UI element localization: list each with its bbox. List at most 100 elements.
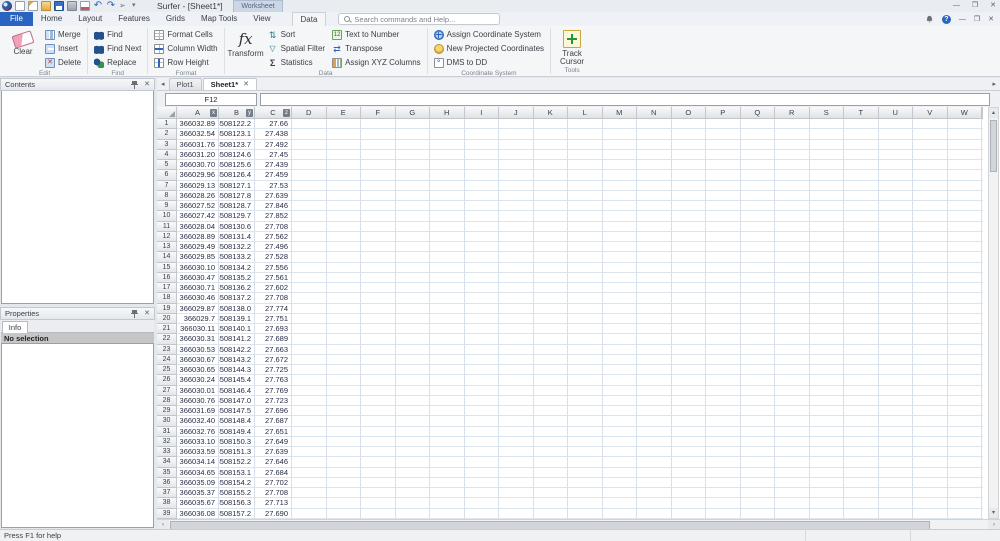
cell-A2[interactable]: 366032.54 [177, 129, 219, 139]
cell-S33[interactable] [810, 447, 845, 457]
cell-P17[interactable] [706, 283, 741, 293]
cell-A32[interactable]: 366033.10 [177, 437, 219, 447]
cell-U17[interactable] [879, 283, 914, 293]
cell-D27[interactable] [292, 386, 327, 396]
cell-C23[interactable]: 27.663 [255, 345, 292, 355]
cell-R32[interactable] [775, 437, 810, 447]
cell-M18[interactable] [603, 293, 638, 303]
cell-M16[interactable] [603, 273, 638, 283]
cell-N24[interactable] [637, 355, 672, 365]
column-header-t[interactable]: T [844, 107, 879, 119]
cell-D38[interactable] [292, 498, 327, 508]
cell-G28[interactable] [396, 396, 431, 406]
cell-T4[interactable] [844, 150, 879, 160]
cell-M37[interactable] [603, 488, 638, 498]
cell-U35[interactable] [879, 468, 914, 478]
cell-R20[interactable] [775, 314, 810, 324]
export-icon[interactable] [80, 1, 90, 11]
row-header-30[interactable]: 30 [157, 416, 177, 426]
cell-M4[interactable] [603, 150, 638, 160]
tab-features[interactable]: Features [110, 12, 158, 26]
cell-M28[interactable] [603, 396, 638, 406]
cell-W39[interactable] [948, 509, 983, 519]
cell-D6[interactable] [292, 170, 327, 180]
cell-J27[interactable] [499, 386, 534, 396]
row-header-19[interactable]: 19 [157, 304, 177, 314]
cell-G16[interactable] [396, 273, 431, 283]
sheet-tab-plot1[interactable]: Plot1 [169, 78, 202, 90]
cell-H27[interactable] [430, 386, 465, 396]
cell-C38[interactable]: 27.713 [255, 498, 292, 508]
cell-P30[interactable] [706, 416, 741, 426]
row-header-27[interactable]: 27 [157, 386, 177, 396]
cell-J22[interactable] [499, 334, 534, 344]
cell-L35[interactable] [568, 468, 603, 478]
cell-M36[interactable] [603, 478, 638, 488]
cell-D5[interactable] [292, 160, 327, 170]
cell-Q12[interactable] [741, 232, 776, 242]
cell-E21[interactable] [327, 324, 362, 334]
column-header-s[interactable]: S [810, 107, 845, 119]
cell-J25[interactable] [499, 365, 534, 375]
cell-V17[interactable] [913, 283, 948, 293]
ribbon-button-text-to-number[interactable]: Text to Number [330, 28, 423, 41]
cell-K26[interactable] [534, 375, 569, 385]
column-header-f[interactable]: F [361, 107, 396, 119]
cell-M7[interactable] [603, 181, 638, 191]
cell-F16[interactable] [361, 273, 396, 283]
cell-M14[interactable] [603, 252, 638, 262]
cell-V13[interactable] [913, 242, 948, 252]
cell-E17[interactable] [327, 283, 362, 293]
cell-O26[interactable] [672, 375, 707, 385]
cell-I3[interactable] [465, 140, 500, 150]
cell-H3[interactable] [430, 140, 465, 150]
cell-O22[interactable] [672, 334, 707, 344]
column-header-k[interactable]: K [534, 107, 569, 119]
cell-M11[interactable] [603, 222, 638, 232]
cell-S18[interactable] [810, 293, 845, 303]
cell-O24[interactable] [672, 355, 707, 365]
cell-E36[interactable] [327, 478, 362, 488]
cell-G12[interactable] [396, 232, 431, 242]
cell-K9[interactable] [534, 201, 569, 211]
cell-C33[interactable]: 27.639 [255, 447, 292, 457]
cell-C35[interactable]: 27.684 [255, 468, 292, 478]
column-header-w[interactable]: W [948, 107, 983, 119]
cell-Q33[interactable] [741, 447, 776, 457]
cell-T9[interactable] [844, 201, 879, 211]
row-header-18[interactable]: 18 [157, 293, 177, 303]
cell-R19[interactable] [775, 304, 810, 314]
cell-G34[interactable] [396, 457, 431, 467]
cell-A16[interactable]: 366030.47 [177, 273, 219, 283]
cell-N13[interactable] [637, 242, 672, 252]
cell-U1[interactable] [879, 119, 914, 129]
cell-W5[interactable] [948, 160, 983, 170]
cell-H25[interactable] [430, 365, 465, 375]
cell-N5[interactable] [637, 160, 672, 170]
cell-H4[interactable] [430, 150, 465, 160]
cell-M15[interactable] [603, 263, 638, 273]
cell-E33[interactable] [327, 447, 362, 457]
cell-P16[interactable] [706, 273, 741, 283]
ribbon-button-assign-coordinate-system[interactable]: Assign Coordinate System [432, 28, 546, 41]
cell-H34[interactable] [430, 457, 465, 467]
cell-E37[interactable] [327, 488, 362, 498]
row-header-9[interactable]: 9 [157, 201, 177, 211]
cell-K36[interactable] [534, 478, 569, 488]
cell-L20[interactable] [568, 314, 603, 324]
cell-H6[interactable] [430, 170, 465, 180]
cell-Q14[interactable] [741, 252, 776, 262]
cell-N32[interactable] [637, 437, 672, 447]
cell-T32[interactable] [844, 437, 879, 447]
cell-E28[interactable] [327, 396, 362, 406]
cell-F10[interactable] [361, 211, 396, 221]
cell-K15[interactable] [534, 263, 569, 273]
cell-D32[interactable] [292, 437, 327, 447]
cell-G15[interactable] [396, 263, 431, 273]
cell-M34[interactable] [603, 457, 638, 467]
row-header-34[interactable]: 34 [157, 457, 177, 467]
cell-V16[interactable] [913, 273, 948, 283]
cell-H1[interactable] [430, 119, 465, 129]
cell-C25[interactable]: 27.725 [255, 365, 292, 375]
cell-G32[interactable] [396, 437, 431, 447]
